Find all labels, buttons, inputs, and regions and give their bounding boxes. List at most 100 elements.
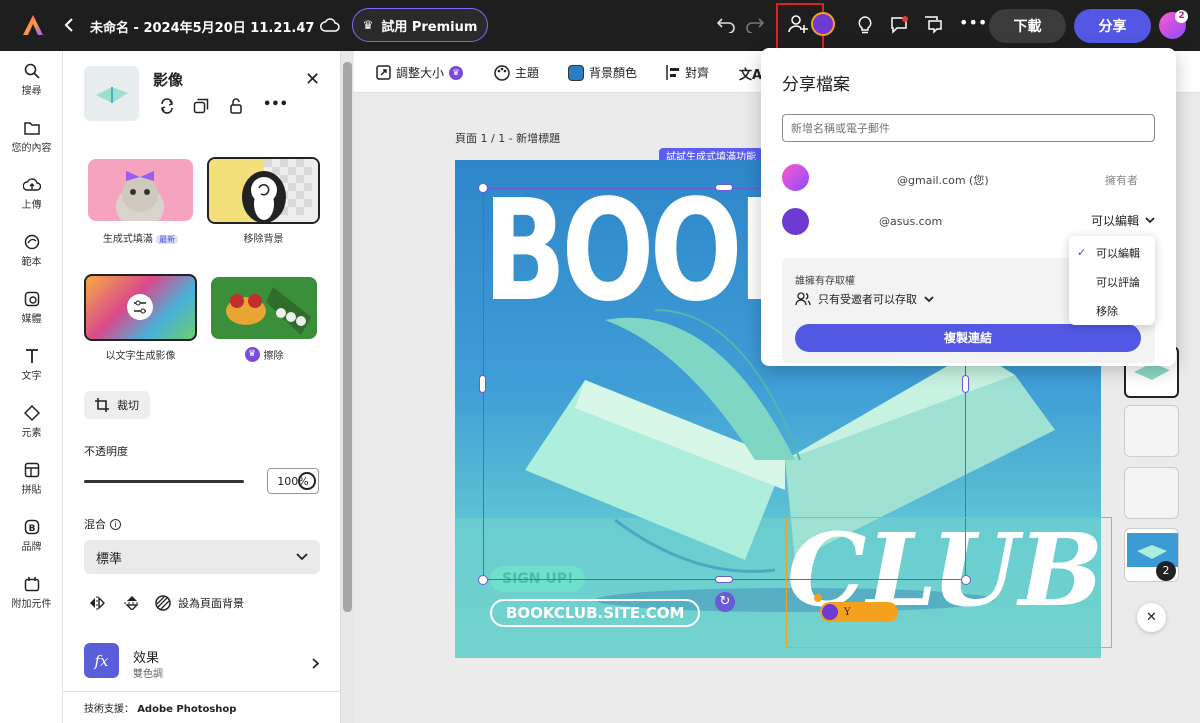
erase-caption: ♛ 擦除 [211, 347, 317, 362]
access-title: 誰擁有存取權 [795, 276, 855, 287]
more-options-icon[interactable]: ••• [959, 13, 987, 32]
undo-icon[interactable] [716, 15, 736, 35]
set-as-background-button[interactable]: 設為頁面背景 [155, 595, 244, 611]
page-thumbnail-3[interactable] [1124, 467, 1179, 519]
rail-brand[interactable]: B 品牌 [0, 519, 63, 553]
opacity-value-input[interactable]: 100% [267, 468, 319, 494]
rail-your-content[interactable]: 您的內容 [0, 120, 63, 154]
close-pages-icon[interactable]: ✕ [1137, 603, 1166, 632]
rail-elements[interactable]: 元素 [0, 405, 63, 439]
resize-label: 調整大小 [396, 66, 445, 80]
collaborator-cursor-tag: Y [820, 602, 898, 622]
crop-label: 裁切 [117, 399, 139, 412]
addons-icon [24, 577, 39, 592]
opacity-slider-track[interactable] [84, 480, 244, 483]
flip-vertical-icon[interactable] [124, 595, 140, 614]
panel-title: 影像 [153, 71, 184, 89]
resize-handle[interactable] [478, 183, 488, 193]
resize-handle[interactable] [715, 184, 733, 191]
search-icon [24, 63, 40, 79]
try-premium-button[interactable]: ♛ 試用 Premium [352, 8, 488, 42]
rail-upload[interactable]: 上傳 [0, 177, 63, 211]
chevron-down-icon [296, 553, 308, 561]
crop-icon [95, 398, 109, 412]
chevron-down-icon [1145, 217, 1155, 224]
rail-label: 拼貼 [21, 485, 42, 496]
lightbulb-icon[interactable] [856, 15, 874, 35]
remove-background-caption: 移除背景 [243, 234, 284, 245]
share-invite-input[interactable] [782, 114, 1155, 142]
rail-label: 上傳 [21, 200, 42, 211]
collaborator-share-avatar [782, 208, 809, 235]
download-button[interactable]: 下載 [989, 9, 1066, 43]
close-panel-icon[interactable]: ✕ [305, 69, 320, 90]
text-to-image-caption: 以文字生成影像 [105, 351, 176, 362]
role-option-remove[interactable]: 移除 [1096, 303, 1118, 319]
access-level-select[interactable]: 只有受邀者可以存取 [795, 291, 934, 307]
adobe-express-logo[interactable] [22, 14, 44, 36]
back-chevron-icon[interactable] [62, 16, 76, 34]
resize-handle[interactable] [962, 375, 969, 393]
premium-crown-icon: ♛ [244, 347, 260, 362]
duplicate-icon[interactable] [193, 98, 209, 118]
text-icon [25, 349, 38, 363]
resize-handle[interactable] [478, 575, 488, 585]
cloud-icon[interactable] [319, 16, 341, 34]
rail-templates[interactable]: 範本 [0, 234, 63, 268]
page-label: 頁面 1 / 1 - 新增標題 [455, 132, 561, 145]
palette-icon [494, 64, 510, 81]
owner-email: @gmail.com (您) [897, 174, 989, 187]
more-actions-icon[interactable]: ••• [263, 97, 288, 112]
generative-fill-card[interactable] [88, 159, 193, 221]
rail-addons[interactable]: 附加元件 [0, 576, 63, 610]
add-person-icon[interactable] [787, 13, 809, 35]
blend-label: 混合 [84, 518, 106, 531]
present-icon[interactable] [923, 15, 943, 35]
rail-label: 品牌 [21, 542, 42, 553]
rotate-handle-icon[interactable]: ↻ [715, 592, 735, 612]
chevron-down-icon [924, 295, 934, 302]
remove-background-card[interactable] [207, 157, 320, 224]
erase-card[interactable] [211, 277, 317, 339]
theme-button[interactable]: 主題 [494, 64, 539, 81]
lock-icon[interactable] [228, 98, 244, 118]
rail-search[interactable]: 搜尋 [0, 63, 63, 97]
share-button[interactable]: 分享 [1074, 9, 1151, 43]
effects-row[interactable]: fx 效果 雙色調 [63, 630, 341, 690]
resize-icon [376, 65, 391, 80]
align-button[interactable]: 對齊 [666, 64, 709, 81]
rail-text[interactable]: 文字 [0, 348, 63, 382]
brand-icon: B [24, 519, 39, 535]
media-icon [24, 291, 39, 307]
share-invite-field[interactable] [783, 115, 1154, 141]
rail-grids[interactable]: 拼貼 [0, 462, 63, 496]
collaborator-role-select[interactable]: 可以編輯 [1091, 212, 1155, 229]
site-url-badge: BOOKCLUB.SITE.COM [490, 599, 701, 627]
rail-label: 範本 [21, 257, 42, 268]
comment-icon[interactable] [889, 15, 909, 35]
owner-avatar [782, 164, 809, 191]
info-icon[interactable]: i [110, 518, 121, 530]
resize-handle[interactable] [715, 576, 733, 583]
panel-scrollbar-thumb[interactable] [343, 62, 352, 612]
copy-link-button[interactable]: 複製連結 [795, 324, 1141, 352]
resize-handle[interactable] [479, 375, 486, 393]
page-thumbnail-2[interactable] [1124, 405, 1179, 457]
background-color-button[interactable]: 背景顏色 [568, 64, 637, 81]
document-title[interactable]: 未命名 - 2024年5月20日 11.21.47 [90, 17, 314, 36]
collaborator-name: Y [844, 606, 851, 618]
collaborator-avatar[interactable] [811, 12, 835, 36]
image-panel: 影像 ✕ ••• 生成式填滿 最新 移除背景 以文字生成影像 ♛ 擦除 裁切 不… [63, 51, 341, 723]
redo-icon[interactable] [745, 15, 765, 35]
crop-button[interactable]: 裁切 [84, 391, 150, 419]
flip-horizontal-icon[interactable] [89, 595, 105, 614]
blend-mode-select[interactable]: 標準 [84, 540, 320, 574]
template-icon [24, 234, 39, 250]
replace-icon[interactable] [159, 98, 175, 118]
translate-button[interactable]: 文A [739, 64, 762, 83]
text-to-image-card[interactable] [84, 274, 197, 341]
role-option-comment[interactable]: 可以評論 [1096, 274, 1140, 290]
role-option-edit[interactable]: 可以編輯 [1096, 245, 1140, 261]
rail-media[interactable]: 媒體 [0, 291, 63, 325]
resize-button[interactable]: 調整大小 ♛ [376, 64, 464, 81]
